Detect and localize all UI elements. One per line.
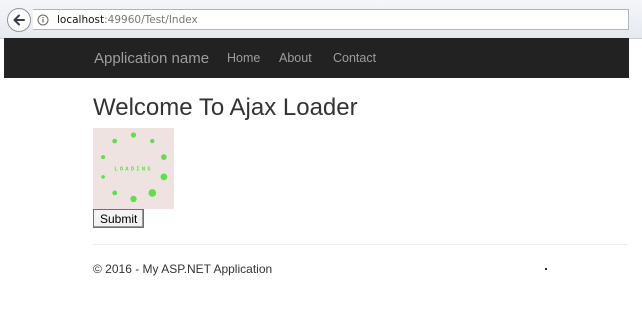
spinner-dot <box>112 138 118 144</box>
spinner-dot <box>101 155 106 160</box>
spinner-dot <box>150 138 155 144</box>
spinner-dot <box>112 190 118 196</box>
nav-about-link[interactable]: About <box>279 51 312 65</box>
nav-contact-link[interactable]: Contact <box>333 51 376 65</box>
footer-copyright: © 2016 - My ASP.NET Application <box>93 262 273 276</box>
page-title: Welcome To Ajax Loader <box>93 94 358 121</box>
decorative-dot <box>545 268 547 270</box>
loading-spinner: LOADING <box>93 128 174 209</box>
site-navbar: Application name Home About Contact <box>4 38 629 78</box>
spinner-dot <box>160 173 168 181</box>
footer-divider <box>93 244 628 245</box>
info-icon[interactable] <box>37 14 49 26</box>
spinner-dot <box>130 132 137 138</box>
spinner-dot <box>101 175 105 179</box>
spinner-dot <box>148 189 157 197</box>
loading-spinner-graphic: LOADING <box>101 132 168 203</box>
nav-home-link[interactable]: Home <box>227 51 260 65</box>
url-host: localhost <box>57 13 105 26</box>
url-text[interactable]: localhost:49960/Test/Index <box>57 14 198 26</box>
back-button[interactable] <box>7 8 31 32</box>
spinner-dot <box>161 154 167 160</box>
submit-button[interactable]: Submit <box>93 209 145 228</box>
browser-toolbar: localhost:49960/Test/Index <box>0 0 642 39</box>
spinner-dot <box>130 195 137 203</box>
brand-link[interactable]: Application name <box>94 50 209 67</box>
loading-text: LOADING <box>114 167 153 173</box>
url-path: :49960/Test/Index <box>104 13 198 26</box>
address-bar[interactable]: localhost:49960/Test/Index <box>33 9 629 30</box>
arrow-left-icon <box>13 14 25 26</box>
